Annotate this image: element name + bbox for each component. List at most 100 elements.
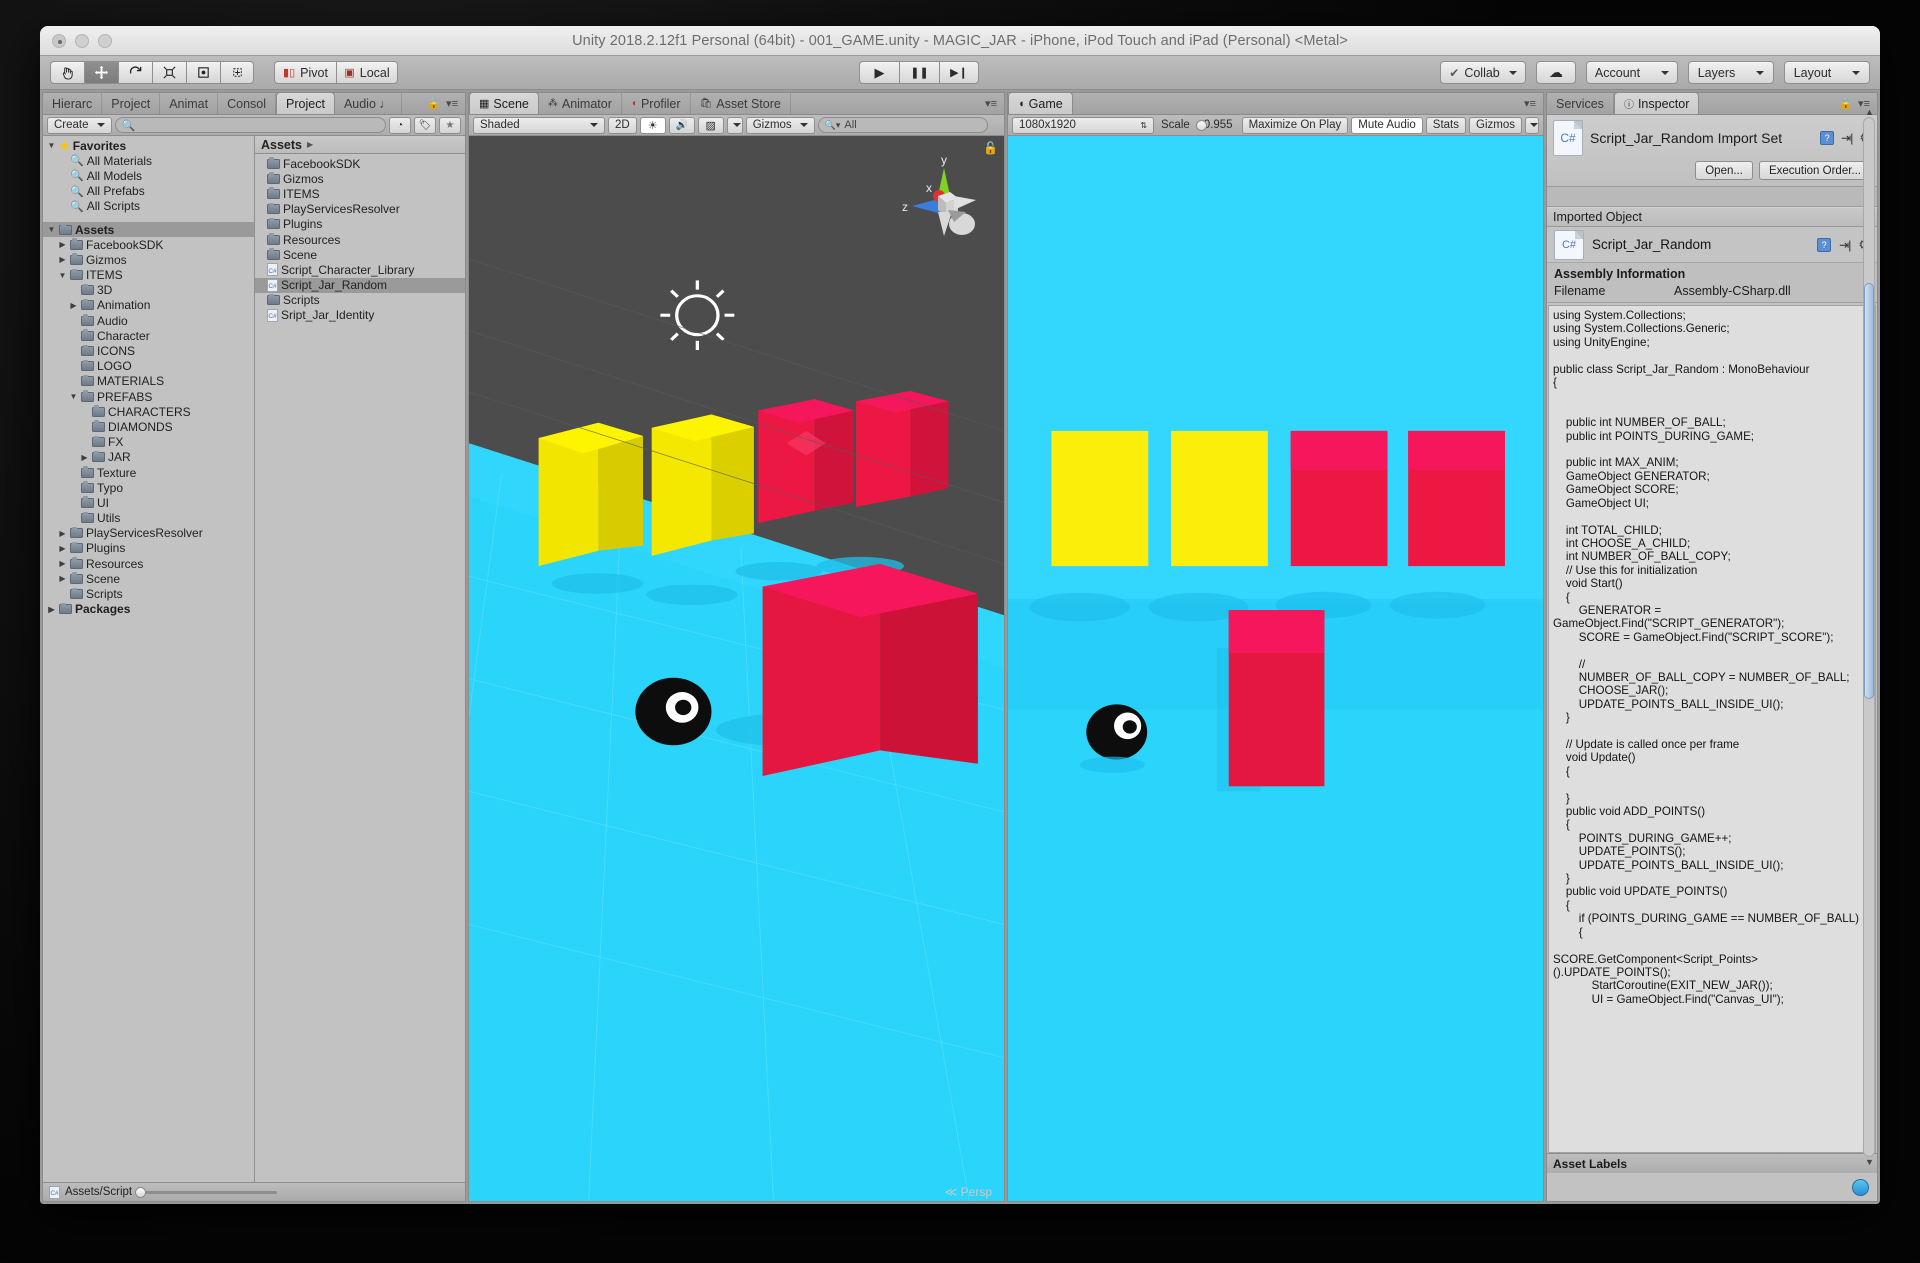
- disclosure-triangle-icon[interactable]: ▶: [69, 498, 78, 507]
- tree-item-fx[interactable]: ▶ FX: [43, 435, 254, 450]
- disclosure-triangle-icon[interactable]: ▶: [58, 529, 67, 538]
- scene-gizmos-dropdown[interactable]: Gizmos: [745, 116, 815, 134]
- scene-search-input[interactable]: 🔍▾ All: [817, 117, 988, 133]
- disclosure-triangle-icon[interactable]: ▶: [80, 453, 89, 462]
- asset-item-facebooksdk[interactable]: FacebookSDK: [255, 156, 465, 171]
- tab-audio[interactable]: Audio ♩: [335, 93, 402, 114]
- tab-inspector[interactable]: ⓘ Inspector: [1613, 92, 1700, 114]
- scrollbar-thumb[interactable]: [1864, 283, 1874, 700]
- tab-consol[interactable]: Consol: [218, 93, 277, 114]
- tab-scene[interactable]: ▦ Scene: [469, 92, 539, 114]
- tree-item-all-materials[interactable]: ▶🔍All Materials: [43, 153, 254, 168]
- tree-item-icons[interactable]: ▶ ICONS: [43, 343, 254, 358]
- slider-knob[interactable]: [135, 1186, 147, 1198]
- tree-item-playservicesresolver[interactable]: ▶ PlayServicesResolver: [43, 526, 254, 541]
- disclosure-triangle-icon[interactable]: ▶: [69, 331, 78, 340]
- game-gizmos-dropdown[interactable]: Gizmos: [1469, 116, 1522, 134]
- move-tool-icon[interactable]: [84, 61, 118, 84]
- disclosure-triangle-icon[interactable]: ▼: [58, 271, 67, 280]
- preset-icon[interactable]: ⇥|: [1841, 131, 1853, 145]
- hand-tool-icon[interactable]: [50, 61, 84, 84]
- disclosure-triangle-icon[interactable]: ▶: [80, 438, 89, 447]
- disclosure-triangle-icon[interactable]: ▶: [58, 240, 67, 249]
- game-tab-menu[interactable]: ▾≡: [1524, 93, 1543, 114]
- tree-item-all-prefabs[interactable]: ▶🔍All Prefabs: [43, 184, 254, 199]
- scene-lighting-toggle[interactable]: ☀: [639, 116, 666, 134]
- tree-item-typo[interactable]: ▶ Typo: [43, 480, 254, 495]
- disclosure-triangle-icon[interactable]: ▼: [69, 392, 78, 401]
- disclosure-triangle-icon[interactable]: ▶: [58, 187, 67, 196]
- add-label-button[interactable]: [1852, 1179, 1869, 1196]
- asset-item-scene[interactable]: Scene: [255, 247, 465, 262]
- icon-size-slider[interactable]: [135, 1186, 278, 1198]
- filter-by-type-button[interactable]: ◔: [389, 116, 411, 134]
- project-tree[interactable]: ▼★Favorites▶🔍All Materials▶🔍All Models▶🔍…: [43, 136, 255, 1182]
- scene-tab-menu[interactable]: ▾≡: [985, 93, 1004, 114]
- asset-item-sript-jar-identity[interactable]: C# Sript_Jar_Identity: [255, 308, 465, 323]
- pause-button[interactable]: ❚❚: [899, 61, 939, 84]
- tab-game[interactable]: ◖ Game: [1008, 92, 1073, 114]
- tab-services[interactable]: Services: [1547, 93, 1614, 114]
- options-menu-icon[interactable]: ▾≡: [985, 97, 997, 110]
- asset-item-playservicesresolver[interactable]: PlayServicesResolver: [255, 202, 465, 217]
- disclosure-triangle-icon[interactable]: ▶: [69, 362, 78, 371]
- asset-item-plugins[interactable]: Plugins: [255, 217, 465, 232]
- disclosure-triangle-icon[interactable]: ▶: [58, 202, 67, 211]
- disclosure-triangle-icon[interactable]: ▶: [58, 255, 67, 264]
- cloud-button[interactable]: ☁: [1536, 61, 1576, 84]
- disclosure-triangle-icon[interactable]: ▶: [69, 514, 78, 523]
- disclosure-triangle-icon[interactable]: ▶: [47, 605, 56, 614]
- tab-animator[interactable]: ⁂ Animator: [539, 93, 622, 114]
- asset-item-items[interactable]: ITEMS: [255, 186, 465, 201]
- asset-item-scripts[interactable]: Scripts: [255, 293, 465, 308]
- scroll-down-icon[interactable]: ▼: [1865, 1157, 1874, 1167]
- help-icon[interactable]: ?: [1820, 131, 1835, 145]
- asset-rows[interactable]: FacebookSDK Gizmos ITEMS PlayServicesResolv…: [255, 154, 465, 1182]
- tree-item-ui[interactable]: ▶ UI: [43, 495, 254, 510]
- tab-hierarc[interactable]: Hierarc: [43, 93, 103, 114]
- create-button[interactable]: Create: [47, 116, 112, 134]
- open-button[interactable]: Open...: [1695, 161, 1753, 180]
- disclosure-triangle-icon[interactable]: ▶: [80, 407, 89, 416]
- game-resolution-dropdown[interactable]: 1080x1920 ⇅: [1012, 116, 1155, 134]
- tree-item-diamonds[interactable]: ▶ DIAMONDS: [43, 419, 254, 434]
- options-menu-icon[interactable]: ▾≡: [1524, 97, 1536, 110]
- game-viewport[interactable]: [1008, 136, 1543, 1201]
- disclosure-triangle-icon[interactable]: ▶: [80, 422, 89, 431]
- options-menu-icon[interactable]: ▾≡: [446, 97, 458, 110]
- tree-item-prefabs[interactable]: ▼ PREFABS: [43, 389, 254, 404]
- maximize-on-play-toggle[interactable]: Maximize On Play: [1241, 116, 1349, 134]
- tab-project[interactable]: Project: [276, 92, 335, 114]
- disclosure-triangle-icon[interactable]: ▼: [47, 225, 56, 234]
- account-button[interactable]: Account: [1586, 61, 1678, 84]
- scene-fx-toggle[interactable]: ▨: [697, 116, 724, 134]
- disclosure-triangle-icon[interactable]: ▶: [69, 301, 78, 310]
- local-button[interactable]: ▣ Local: [336, 61, 398, 84]
- asset-breadcrumb[interactable]: Assets ▶: [255, 136, 465, 154]
- asset-item-gizmos[interactable]: Gizmos: [255, 171, 465, 186]
- draw-mode-dropdown[interactable]: Shaded: [473, 116, 605, 134]
- playback-controls[interactable]: ▶ ❚❚ ▶❙: [859, 61, 979, 84]
- tree-item-resources[interactable]: ▶ Resources: [43, 556, 254, 571]
- disclosure-triangle-icon[interactable]: ▶: [58, 171, 67, 180]
- asset-labels-area[interactable]: [1547, 1173, 1877, 1201]
- disclosure-triangle-icon[interactable]: ▶: [58, 559, 67, 568]
- disclosure-triangle-icon[interactable]: ▶: [69, 286, 78, 295]
- tree-item-3d[interactable]: ▶ 3D: [43, 283, 254, 298]
- tree-item-scripts[interactable]: ▶ Scripts: [43, 586, 254, 601]
- tree-item-plugins[interactable]: ▶ Plugins: [43, 541, 254, 556]
- tab-asset-store[interactable]: 🛍 Asset Store: [691, 93, 791, 114]
- help-icon[interactable]: ?: [1817, 237, 1832, 252]
- disclosure-triangle-icon[interactable]: ▼: [47, 141, 56, 150]
- tree-item-character[interactable]: ▶ Character: [43, 328, 254, 343]
- tree-item-assets[interactable]: ▼ Assets: [43, 221, 254, 238]
- pivot-group[interactable]: ▮▯ Pivot ▣ Local: [274, 61, 398, 84]
- scale-tool-icon[interactable]: [152, 61, 186, 84]
- scene-orientation-gizmo[interactable]: y z x: [896, 148, 992, 258]
- tree-item-audio[interactable]: ▶ Audio: [43, 313, 254, 328]
- tree-item-all-scripts[interactable]: ▶🔍All Scripts: [43, 199, 254, 214]
- tree-item-scene[interactable]: ▶ Scene: [43, 571, 254, 586]
- step-button[interactable]: ▶❙: [939, 61, 979, 84]
- tree-item-animation[interactable]: ▶ Animation: [43, 298, 254, 313]
- tree-item-logo[interactable]: ▶ LOGO: [43, 359, 254, 374]
